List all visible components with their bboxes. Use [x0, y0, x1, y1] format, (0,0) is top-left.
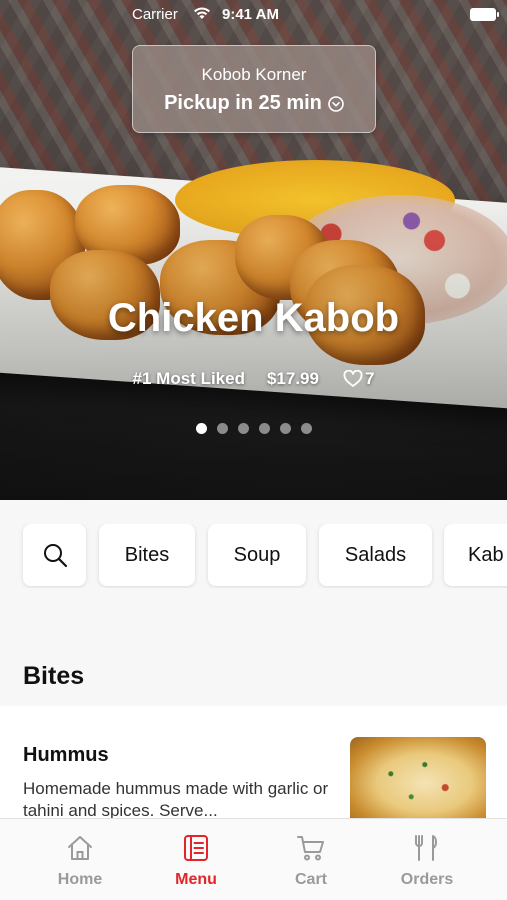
carousel-dot[interactable]: [237, 423, 249, 434]
carousel-dot[interactable]: [279, 423, 291, 434]
section-title: Bites: [23, 662, 85, 690]
home-icon: [68, 836, 92, 860]
likes[interactable]: 7: [343, 369, 374, 389]
pickup-eta-label: Pickup in 25 min: [164, 92, 322, 114]
menu-item-name: Hummus: [23, 744, 109, 766]
chevron-down-icon: [328, 95, 344, 112]
status-time: 9:41 AM: [222, 6, 279, 23]
tab-home-label: Home: [57, 871, 103, 888]
category-chip-salads[interactable]: Salads: [319, 524, 432, 586]
menu-icon: [184, 835, 208, 861]
store-name: Kobob Korner: [201, 65, 307, 84]
tab-menu[interactable]: Menu: [133, 819, 259, 900]
status-bar: Carrier 9:41 AM: [0, 0, 507, 30]
pickup-eta: Pickup in 25 min: [133, 92, 375, 115]
tab-orders[interactable]: Orders: [364, 819, 490, 900]
category-bar: Bites Soup Salads Kab: [0, 524, 507, 588]
category-chip-kabobs[interactable]: Kab: [444, 524, 507, 586]
cart-icon: [297, 836, 324, 861]
menu-item-row[interactable]: Hummus Homemade hummus made with garlic …: [0, 706, 507, 829]
carousel-dots[interactable]: [0, 423, 507, 434]
tab-home[interactable]: Home: [17, 819, 143, 900]
price-label: $17.99: [266, 369, 319, 388]
carrier-label: Carrier: [132, 6, 178, 23]
dish-meta: #1 Most Liked $17.99 7: [0, 369, 507, 389]
carousel-dot[interactable]: [216, 423, 228, 434]
tab-cart[interactable]: Cart: [248, 819, 374, 900]
category-chip-label: Soup: [233, 543, 281, 566]
category-chip-bites[interactable]: Bites: [99, 524, 195, 586]
pickup-selector[interactable]: Kobob Korner Pickup in 25 min: [132, 45, 376, 133]
category-chip-soup[interactable]: Soup: [208, 524, 306, 586]
category-chip-label: Kab: [468, 543, 504, 566]
tab-orders-label: Orders: [400, 871, 454, 888]
likes-count: 7: [364, 369, 375, 388]
category-chip-label: Bites: [124, 543, 170, 566]
category-chip-label: Salads: [344, 543, 407, 566]
search-button[interactable]: [23, 524, 86, 586]
menu-item-description: Homemade hummus made with garlic or tahi…: [23, 779, 329, 820]
battery-icon: [470, 8, 499, 21]
dish-title: Chicken Kabob: [107, 296, 400, 340]
search-icon: [43, 544, 67, 568]
heart-icon: [343, 370, 363, 387]
orders-icon: [415, 835, 437, 861]
carousel-dot[interactable]: [195, 423, 207, 434]
tab-cart-label: Cart: [294, 871, 327, 888]
menu-item-image: [350, 737, 486, 829]
hero-banner[interactable]: Carrier 9:41 AM Kobob Korner Pickup in 2…: [0, 0, 507, 500]
tab-bar: Home Menu Cart Orders: [0, 818, 507, 900]
carousel-dot[interactable]: [300, 423, 312, 434]
wifi-icon: [194, 7, 210, 19]
tab-menu-label: Menu: [175, 871, 217, 888]
carousel-dot[interactable]: [258, 423, 270, 434]
rank-label: #1 Most Liked: [132, 369, 245, 388]
